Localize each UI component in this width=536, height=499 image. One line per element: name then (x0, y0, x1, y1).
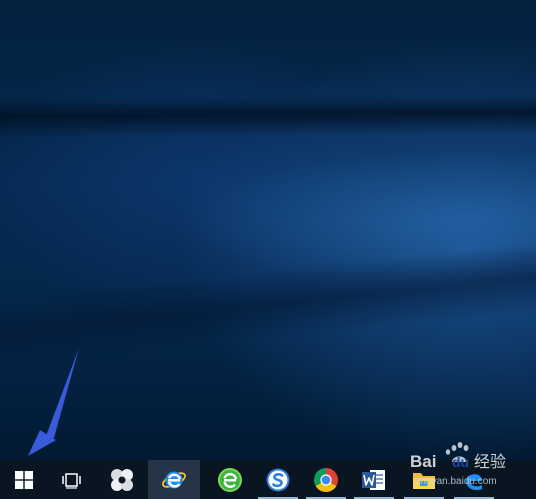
svg-text:经验: 经验 (474, 452, 506, 471)
sogou-browser-button[interactable] (254, 460, 302, 499)
green-e-browser-icon (218, 467, 242, 492)
baidu-watermark-logo: Bai du 经验 (410, 442, 506, 471)
internet-explorer-button[interactable] (148, 460, 200, 499)
task-view-button[interactable] (48, 460, 96, 499)
word-button[interactable] (350, 460, 398, 499)
watermark-url: jingyan.baidu.com (416, 476, 497, 487)
start-button[interactable] (0, 460, 48, 499)
wallpaper-shadow-band (0, 93, 536, 139)
chrome-icon (314, 467, 338, 492)
windows-logo-icon (15, 470, 33, 489)
pinwheel-app-button[interactable] (98, 460, 146, 499)
pinwheel-icon (111, 468, 133, 491)
task-view-icon (62, 472, 81, 489)
internet-explorer-icon (162, 471, 186, 488)
word-icon (362, 469, 385, 490)
annotation-arrow-icon (28, 348, 79, 456)
sogou-s-icon (266, 468, 290, 491)
svg-text:du: du (452, 454, 469, 470)
green-browser-button[interactable] (206, 460, 254, 499)
chrome-button[interactable] (302, 460, 350, 499)
svg-text:Bai: Bai (410, 452, 436, 471)
